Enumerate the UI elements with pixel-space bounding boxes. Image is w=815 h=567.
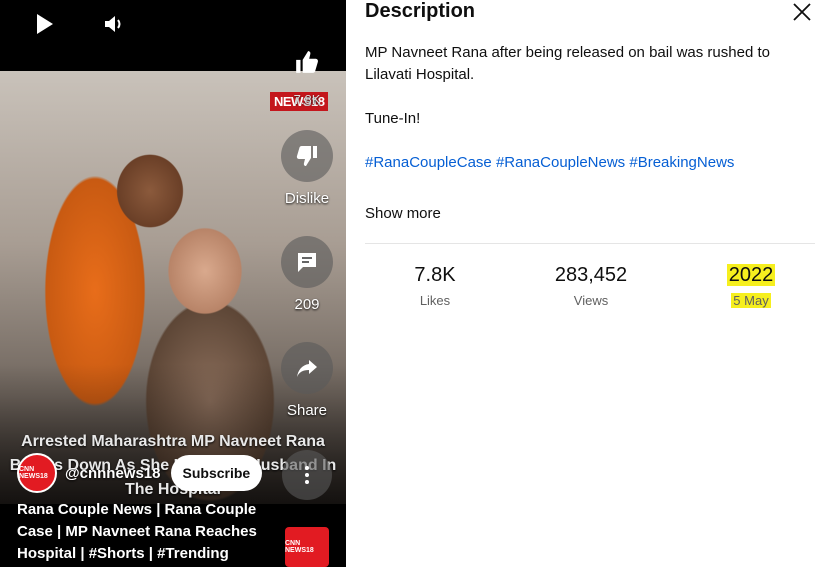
channel-row: CNN NEWS18 @cnnnews18 Subscribe xyxy=(17,453,263,493)
channel-thumbnail[interactable]: CNN NEWS18 xyxy=(285,527,329,567)
divider xyxy=(365,243,815,244)
views-value: 283,452 xyxy=(554,264,628,286)
description-text: MP Navneet Rana after being released on … xyxy=(365,42,795,196)
like-button[interactable]: 7.8K xyxy=(280,36,334,107)
volume-button[interactable] xyxy=(100,10,128,38)
subscribe-button[interactable]: Subscribe xyxy=(170,455,263,491)
comment-icon xyxy=(298,253,316,272)
date-stat: 2022 5 May xyxy=(686,264,815,308)
dislike-label: Dislike xyxy=(284,190,330,207)
share-button[interactable]: Share xyxy=(280,342,334,419)
views-stat: 283,452 Views xyxy=(526,264,656,308)
show-more-button[interactable]: Show more xyxy=(365,205,441,222)
comment-count: 209 xyxy=(294,296,320,313)
share-icon xyxy=(297,360,317,377)
video-title[interactable]: Rana Couple News | Rana Couple Case | MP… xyxy=(17,499,267,565)
likes-value: 7.8K xyxy=(414,264,456,286)
hashtag-link[interactable]: #RanaCoupleCase xyxy=(365,154,492,171)
like-circle xyxy=(281,36,333,88)
volume-icon xyxy=(105,16,121,32)
close-button[interactable] xyxy=(790,0,814,24)
more-vert-icon xyxy=(305,466,309,484)
year-value: 2022 xyxy=(726,264,776,286)
shorts-player[interactable]: NEWS18 Arrested Maharashtra MP Navneet R… xyxy=(0,0,346,567)
play-button[interactable] xyxy=(30,10,58,38)
share-circle xyxy=(281,342,333,394)
channel-handle[interactable]: @cnnnews18 xyxy=(65,465,161,482)
thumb-down-icon xyxy=(296,146,317,166)
like-count: 7.8K xyxy=(293,92,321,107)
play-icon xyxy=(37,14,53,34)
description-paragraph: Tune-In! xyxy=(365,110,421,127)
more-circle xyxy=(282,450,332,500)
dislike-button[interactable]: Dislike xyxy=(280,130,334,207)
share-label: Share xyxy=(286,402,328,419)
comment-circle xyxy=(281,236,333,288)
description-panel: Description MP Navneet Rana after being … xyxy=(346,0,815,567)
panel-title: Description xyxy=(365,0,476,22)
close-icon xyxy=(793,3,811,21)
date-label: 5 May xyxy=(731,293,771,308)
shorts-view: NEWS18 Arrested Maharashtra MP Navneet R… xyxy=(0,0,815,567)
views-label: Views xyxy=(573,293,609,308)
likes-stat: 7.8K Likes xyxy=(370,264,500,308)
hashtag-link[interactable]: #RanaCoupleNews xyxy=(496,154,625,171)
hashtag-list: #RanaCoupleCase #RanaCoupleNews #Breakin… xyxy=(365,152,795,174)
dislike-circle xyxy=(281,130,333,182)
comments-button[interactable]: 209 xyxy=(280,236,334,313)
likes-label: Likes xyxy=(419,293,451,308)
hashtag-link[interactable]: #BreakingNews xyxy=(629,154,734,171)
thumb-up-icon xyxy=(296,51,318,73)
description-paragraph: MP Navneet Rana after being released on … xyxy=(365,44,770,83)
channel-avatar[interactable]: CNN NEWS18 xyxy=(17,453,57,493)
more-options-button[interactable] xyxy=(280,450,334,500)
